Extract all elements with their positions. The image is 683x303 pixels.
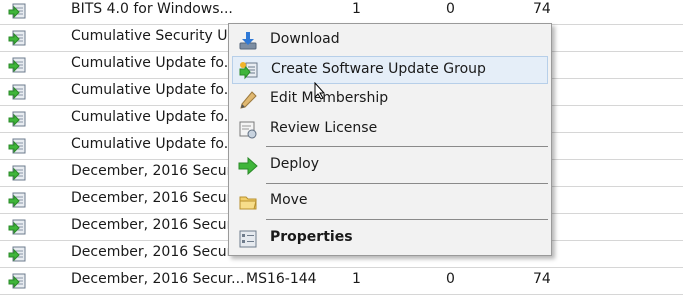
mouse-cursor-icon [314, 82, 326, 100]
update-arrow-icon [8, 57, 26, 74]
cell-count-1: 1 [352, 1, 361, 17]
menu-item-label: Properties [270, 229, 353, 245]
update-group-icon [239, 61, 259, 81]
green-arrow-icon [238, 156, 258, 176]
cell-title: December, 2016 Secur... [71, 190, 245, 206]
menu-item-properties[interactable]: Properties [232, 225, 548, 253]
menu-item-move[interactable]: Move [232, 188, 548, 216]
context-menu: Download Create Software Update Group Ed… [228, 23, 552, 256]
update-arrow-icon [8, 273, 26, 290]
cell-title: December, 2016 Secur... [71, 217, 245, 233]
cell-title: Cumulative Update fo... [71, 55, 238, 71]
cell-title: BITS 4.0 for Windows... [71, 1, 233, 17]
menu-item-label: Review License [270, 120, 378, 136]
menu-item-label: Deploy [270, 156, 320, 172]
cell-count-3: 74 [533, 1, 551, 17]
update-arrow-icon [8, 30, 26, 47]
update-arrow-icon [8, 138, 26, 155]
download-icon [238, 31, 258, 51]
cell-title: Cumulative Security U... [71, 28, 241, 44]
menu-item-label: Edit Membership [270, 90, 389, 106]
menu-item-review-license[interactable]: Review License [232, 116, 548, 144]
update-arrow-icon [8, 219, 26, 236]
cell-count-1: 1 [352, 271, 361, 287]
cell-title: December, 2016 Secur... [71, 244, 245, 260]
menu-item-label: Download [270, 31, 340, 47]
update-arrow-icon [8, 111, 26, 128]
table-row[interactable]: BITS 4.0 for Windows... 1 0 74 [0, 0, 683, 25]
cell-title: December, 2016 Secur... [71, 163, 245, 179]
update-arrow-icon [8, 84, 26, 101]
update-arrow-icon [8, 165, 26, 182]
pencil-icon [238, 90, 258, 110]
update-arrow-icon [8, 246, 26, 263]
cell-title: Cumulative Update fo... [71, 82, 238, 98]
cell-title: Cumulative Update fo... [71, 109, 238, 125]
menu-item-label: Move [270, 192, 308, 208]
menu-separator [266, 219, 548, 220]
update-arrow-icon [8, 3, 26, 20]
cell-count-2: 0 [446, 1, 455, 17]
table-row[interactable]: December, 2016 Secur...MS16-144 1 0 74 [0, 268, 683, 295]
cell-title: December, 2016 Secur... [71, 271, 245, 287]
folder-icon [238, 192, 258, 212]
cell-title: Cumulative Update fo... [71, 136, 238, 152]
properties-icon [238, 229, 258, 249]
cell-count-3: 74 [533, 271, 551, 287]
license-icon [238, 120, 258, 140]
menu-separator [266, 183, 548, 184]
cell-count-2: 0 [446, 271, 455, 287]
menu-item-deploy[interactable]: Deploy [232, 152, 548, 180]
menu-item-download[interactable]: Download [232, 27, 548, 55]
menu-separator [266, 146, 548, 147]
menu-item-edit-membership[interactable]: Edit Membership [232, 86, 548, 114]
menu-item-create-software-update-group[interactable]: Create Software Update Group [232, 56, 548, 84]
update-arrow-icon [8, 192, 26, 209]
menu-item-label: Create Software Update Group [271, 61, 486, 77]
cell-bulletin-id: MS16-144 [246, 271, 317, 287]
